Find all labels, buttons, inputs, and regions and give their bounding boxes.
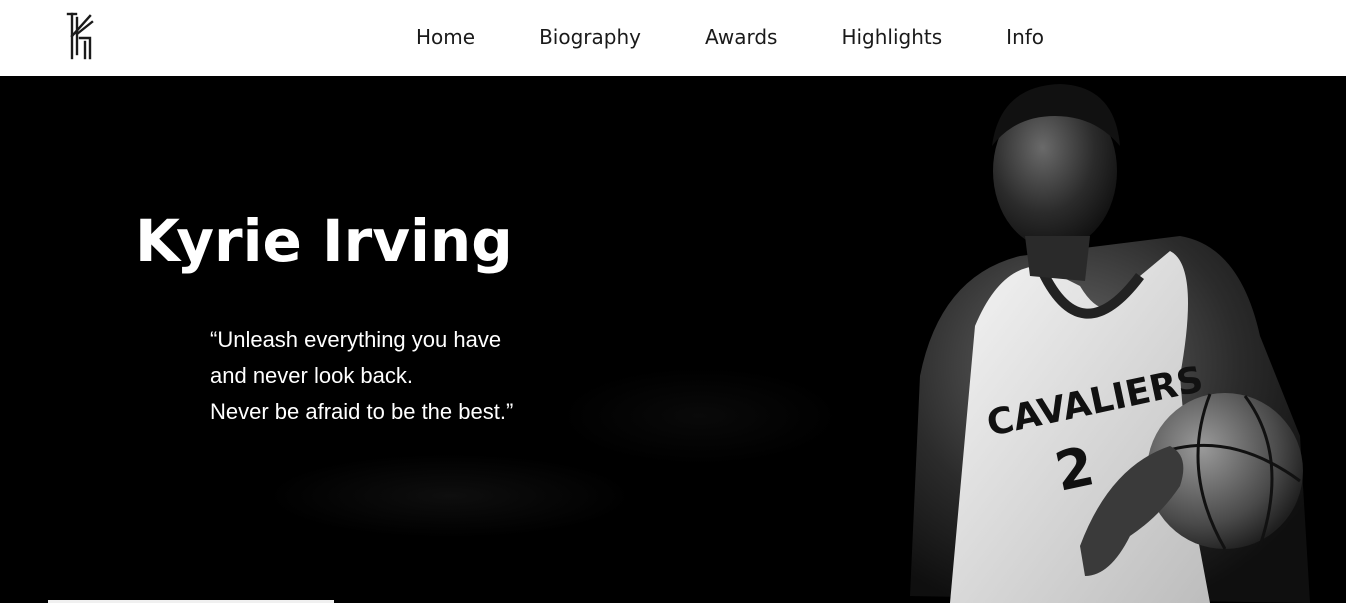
nav-info-link[interactable]: Info bbox=[1006, 22, 1044, 52]
nav-home-link[interactable]: Home bbox=[416, 22, 475, 52]
player-photo: CAVALIERS 2 bbox=[910, 84, 1310, 603]
hero-section: Kyrie Irving “Unleash everything you hav… bbox=[0, 76, 1350, 603]
nav-biography-link[interactable]: Biography bbox=[539, 22, 641, 52]
hero-quote: “Unleash everything you have and never l… bbox=[210, 322, 630, 430]
page-edge bbox=[1346, 76, 1350, 603]
nav-highlights-link[interactable]: Highlights bbox=[841, 22, 942, 52]
top-navigation-bar: Home Biography Awards Highlights Info bbox=[0, 0, 1350, 76]
main-nav: Home Biography Awards Highlights Info bbox=[416, 22, 1044, 52]
page: Home Biography Awards Highlights Info Ky… bbox=[0, 0, 1350, 603]
kyrie-logo-icon[interactable] bbox=[66, 12, 98, 60]
quote-line: “Unleash everything you have bbox=[210, 327, 502, 352]
quote-line: and never look back. bbox=[210, 363, 414, 388]
nav-awards-link[interactable]: Awards bbox=[705, 22, 777, 52]
quote-line: Never be afraid to be the best.” bbox=[210, 399, 514, 424]
hero-title: Kyrie Irving bbox=[135, 207, 513, 275]
